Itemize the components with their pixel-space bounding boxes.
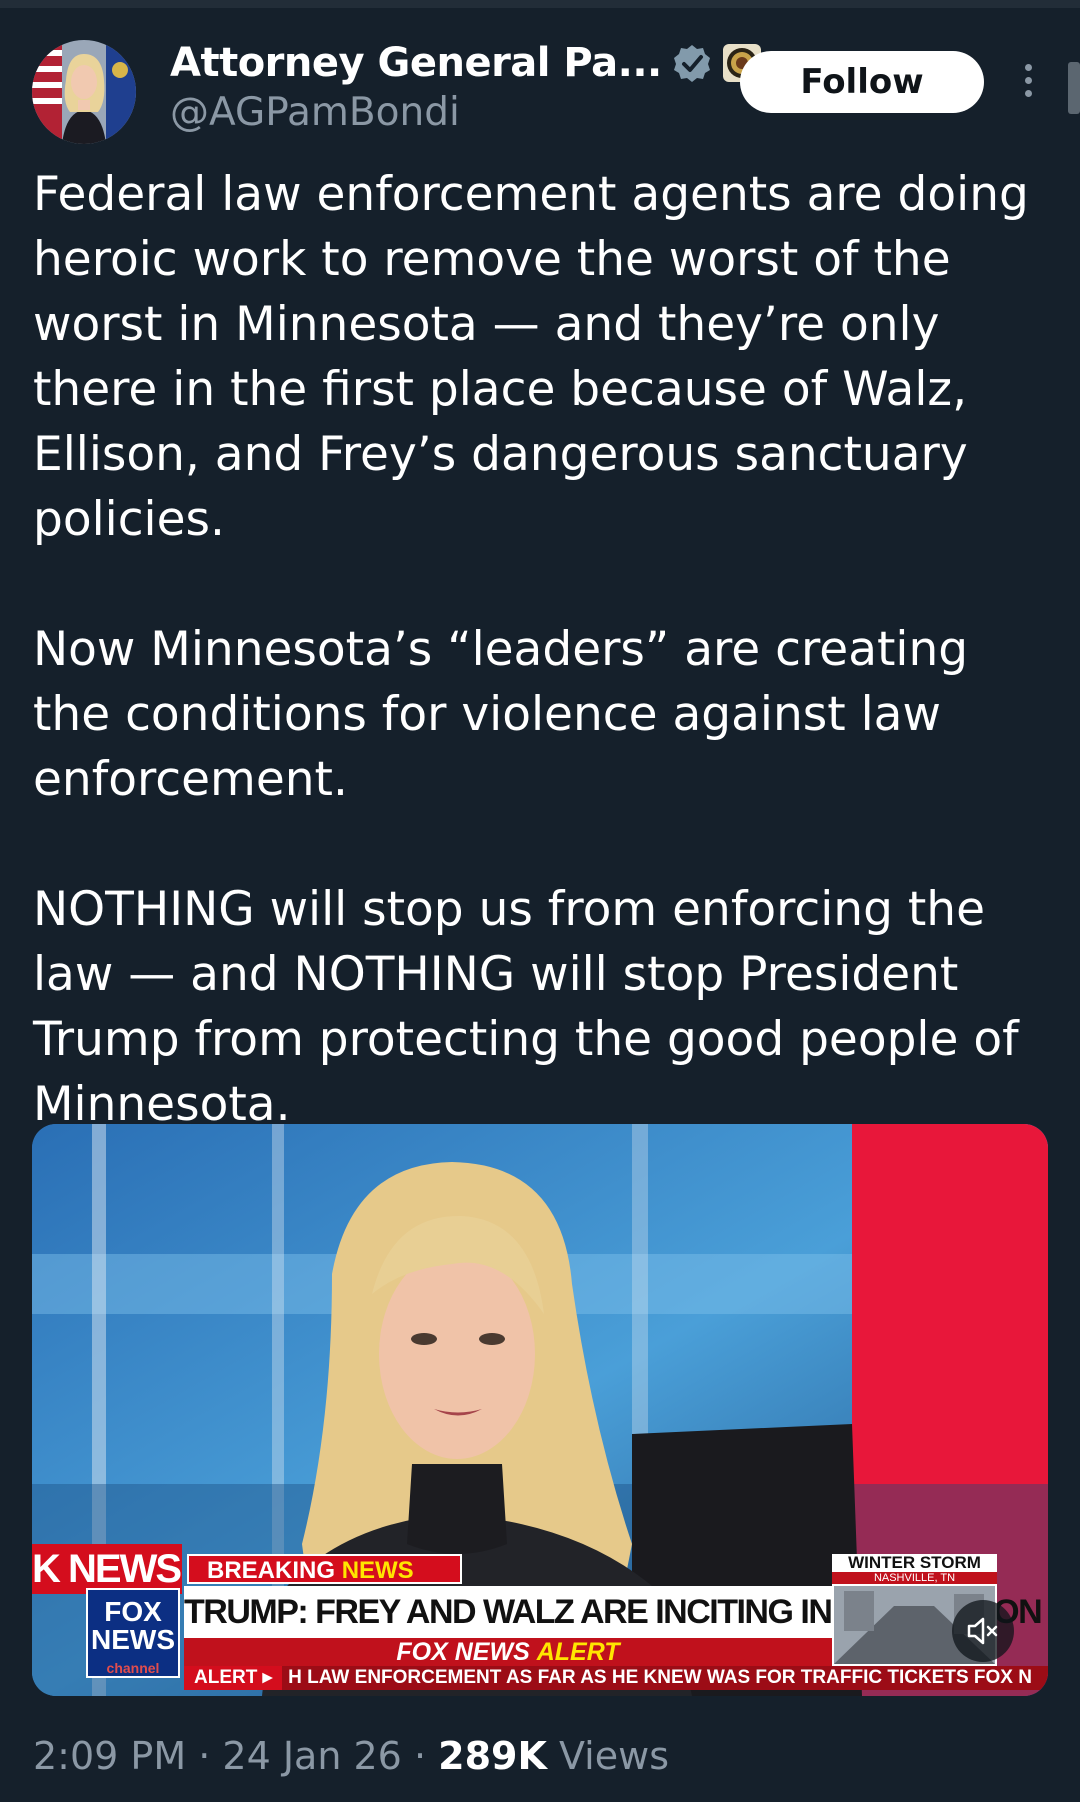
tweet-text: Federal law enforcement agents are doing… [33, 162, 1053, 1137]
video-player[interactable]: K NEWS BREAKING NEWS TRUMP: FREY AND WAL… [32, 1124, 1048, 1696]
more-options-icon[interactable] [1018, 64, 1038, 100]
author-name-row: Attorney General Pa... [170, 40, 762, 86]
network-tag: K NEWS [32, 1544, 182, 1594]
breaking-news-label: BREAKING NEWS [187, 1554, 462, 1584]
tweet-paragraph: NOTHING will stop us from enforcing the … [33, 882, 1019, 1132]
storm-location: NASHVILLE, TN [832, 1572, 997, 1584]
scrollbar[interactable] [1068, 62, 1080, 114]
follow-button[interactable]: Follow [740, 51, 984, 113]
tweet-date[interactable]: 24 Jan 26 [222, 1734, 401, 1778]
verified-badge-icon[interactable] [672, 43, 712, 83]
news-ticker: ALERT ▸ H LAW ENFORCEMENT AS FAR AS HE KN… [184, 1666, 1048, 1690]
fox-news-logo: FOX NEWS channel [86, 1588, 180, 1678]
mute-button[interactable] [952, 1600, 1014, 1662]
views-count[interactable]: 289K [438, 1734, 547, 1778]
tweet-paragraph: Now Minnesota’s “leaders” are creating t… [33, 622, 969, 807]
speaker-muted-icon [967, 1617, 998, 1645]
views-label: Views [559, 1734, 669, 1778]
tweet-time[interactable]: 2:09 PM [33, 1734, 186, 1778]
news-lower-third: K NEWS BREAKING NEWS TRUMP: FREY AND WAL… [32, 1516, 1048, 1696]
tweet-metadata: 2:09 PM · 24 Jan 26 · 289K Views [33, 1734, 669, 1778]
tweet-paragraph: Federal law enforcement agents are doing… [33, 167, 1029, 547]
avatar[interactable] [32, 40, 136, 144]
author-display-name[interactable]: Attorney General Pa... [170, 40, 662, 86]
news-alert-bar: FOX NEWS ALERT [184, 1638, 832, 1666]
news-headline: TRUMP: FREY AND WALZ ARE INCITING INSURR… [184, 1586, 1043, 1638]
storm-title: WINTER STORM [848, 1553, 981, 1572]
author-handle[interactable]: @AGPamBondi [170, 90, 460, 135]
meta-separator: · [413, 1734, 427, 1778]
meta-separator: · [198, 1734, 211, 1778]
top-divider [0, 0, 1080, 8]
